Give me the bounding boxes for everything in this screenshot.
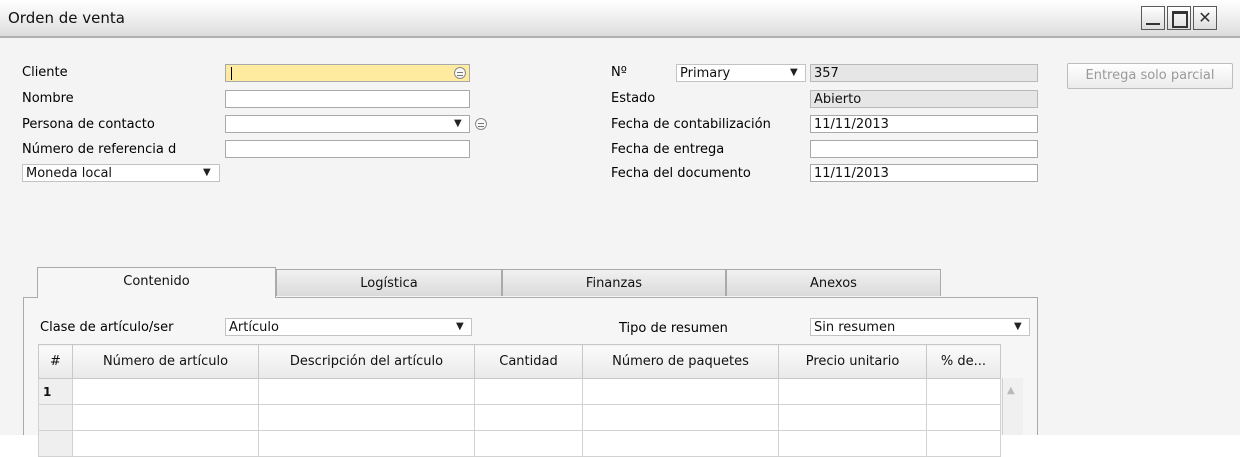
table-row[interactable] bbox=[38, 404, 1001, 431]
table-cell[interactable] bbox=[258, 430, 475, 457]
column-header[interactable]: # bbox=[38, 344, 73, 379]
table-cell[interactable] bbox=[582, 430, 779, 457]
cliente-field[interactable] bbox=[225, 64, 470, 82]
row-number bbox=[38, 430, 73, 457]
fecha-entrega-field[interactable] bbox=[810, 140, 1038, 158]
table-row[interactable]: 1 bbox=[38, 378, 1001, 405]
referencia-label: Número de referencia d bbox=[22, 142, 177, 157]
table-cell[interactable] bbox=[778, 404, 927, 431]
tab-logistica[interactable]: Logística bbox=[276, 269, 502, 296]
estado-label: Estado bbox=[611, 91, 656, 106]
table-cell[interactable] bbox=[474, 430, 583, 457]
column-header[interactable]: % de... bbox=[926, 344, 1001, 379]
table-cell[interactable] bbox=[474, 404, 583, 431]
estado-field: Abierto bbox=[810, 90, 1038, 108]
fecha-entrega-label: Fecha de entrega bbox=[611, 142, 725, 157]
scroll-up-icon[interactable]: ▲ bbox=[1007, 385, 1015, 396]
table-cell[interactable] bbox=[926, 404, 1001, 431]
numero-label: Nº bbox=[611, 65, 627, 80]
moneda-value: Moneda local bbox=[26, 166, 113, 181]
referencia-field[interactable] bbox=[225, 140, 470, 158]
fecha-contab-label: Fecha de contabilización bbox=[611, 117, 771, 132]
fecha-contab-field[interactable]: 11/11/2013 bbox=[810, 115, 1038, 133]
list-choose-icon[interactable] bbox=[475, 118, 487, 130]
cliente-label: Cliente bbox=[22, 65, 68, 80]
resumen-value: Sin resumen bbox=[814, 320, 896, 335]
serie-value: Primary bbox=[680, 66, 731, 81]
table-row[interactable] bbox=[38, 430, 1001, 457]
fecha-doc-field[interactable]: 11/11/2013 bbox=[810, 164, 1038, 182]
nombre-label: Nombre bbox=[22, 91, 74, 106]
row-number: 1 bbox=[38, 378, 73, 405]
table-cell[interactable] bbox=[258, 404, 475, 431]
clase-value: Artículo bbox=[229, 320, 279, 335]
table-cell[interactable] bbox=[778, 430, 927, 457]
items-table: # Número de artículo Descripción del art… bbox=[38, 344, 1001, 457]
nombre-field[interactable] bbox=[225, 90, 470, 108]
chevron-down-icon: ▼ bbox=[1014, 321, 1022, 332]
column-header[interactable]: Descripción del artículo bbox=[258, 344, 475, 379]
clase-label: Clase de artículo/ser bbox=[40, 320, 174, 335]
chevron-down-icon: ▼ bbox=[456, 321, 464, 332]
text-cursor bbox=[231, 67, 232, 80]
table-cell[interactable] bbox=[258, 378, 475, 405]
chevron-down-icon: ▼ bbox=[203, 167, 211, 178]
tab-anexos[interactable]: Anexos bbox=[726, 269, 941, 296]
maximize-icon[interactable] bbox=[1167, 6, 1191, 30]
tab-finanzas[interactable]: Finanzas bbox=[502, 269, 726, 296]
table-cell[interactable] bbox=[582, 378, 779, 405]
table-cell[interactable] bbox=[474, 378, 583, 405]
table-cell[interactable] bbox=[778, 378, 927, 405]
column-header[interactable]: Número de artículo bbox=[72, 344, 259, 379]
contacto-dropdown[interactable]: ▼ bbox=[225, 115, 470, 133]
contacto-label: Persona de contacto bbox=[22, 117, 155, 132]
title-bar: Orden de venta ✕ bbox=[0, 0, 1240, 38]
resumen-label: Tipo de resumen bbox=[619, 321, 728, 336]
table-vertical-scrollbar[interactable]: ▲ bbox=[1002, 378, 1023, 435]
column-header[interactable]: Precio unitario bbox=[778, 344, 927, 379]
tab-contenido[interactable]: Contenido bbox=[37, 267, 276, 298]
table-cell[interactable] bbox=[72, 404, 259, 431]
entrega-parcial-button[interactable]: Entrega solo parcial bbox=[1067, 63, 1233, 89]
table-header-row: # Número de artículo Descripción del art… bbox=[38, 344, 1001, 379]
row-number bbox=[38, 404, 73, 431]
window-title: Orden de venta bbox=[8, 9, 125, 27]
list-choose-icon[interactable] bbox=[454, 67, 466, 79]
table-cell[interactable] bbox=[926, 430, 1001, 457]
table-cell[interactable] bbox=[72, 378, 259, 405]
minimize-icon[interactable] bbox=[1141, 6, 1165, 30]
serie-dropdown[interactable]: Primary ▼ bbox=[676, 64, 806, 82]
moneda-dropdown[interactable]: Moneda local ▼ bbox=[22, 164, 220, 182]
table-cell[interactable] bbox=[926, 378, 1001, 405]
close-icon: ✕ bbox=[1198, 8, 1212, 27]
clase-dropdown[interactable]: Artículo ▼ bbox=[225, 318, 472, 336]
fecha-doc-label: Fecha del documento bbox=[611, 166, 751, 181]
table-cell[interactable] bbox=[72, 430, 259, 457]
close-button[interactable]: ✕ bbox=[1193, 6, 1217, 30]
numero-field: 357 bbox=[810, 64, 1038, 82]
column-header[interactable]: Cantidad bbox=[474, 344, 583, 379]
chevron-down-icon: ▼ bbox=[454, 118, 462, 129]
table-cell[interactable] bbox=[582, 404, 779, 431]
chevron-down-icon: ▼ bbox=[790, 67, 798, 78]
column-header[interactable]: Número de paquetes bbox=[582, 344, 779, 379]
resumen-dropdown[interactable]: Sin resumen ▼ bbox=[810, 318, 1030, 336]
